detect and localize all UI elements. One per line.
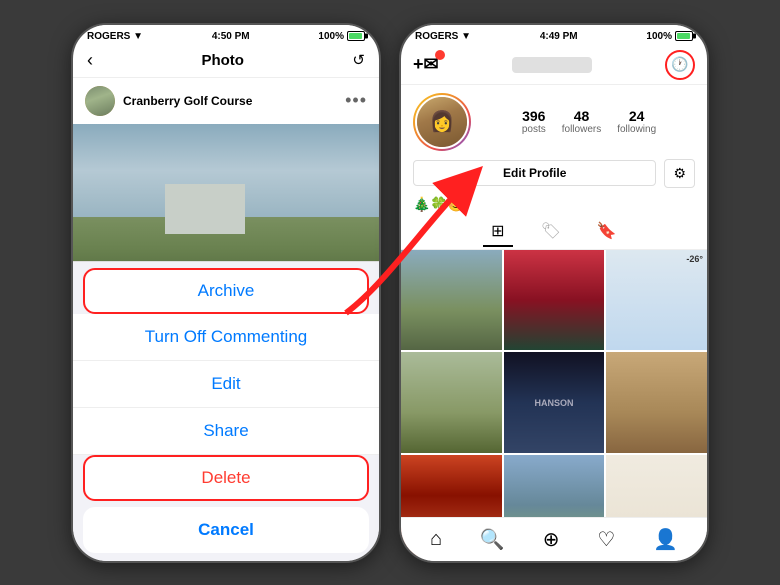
turn-off-commenting-button[interactable]: Turn Off Commenting: [73, 314, 379, 361]
grid-cell-6[interactable]: [606, 352, 707, 453]
notification-badge: [435, 50, 445, 60]
left-status-bar: ROGERS ▼ 4:50 PM 100%: [73, 25, 379, 46]
username-bar: [512, 57, 592, 73]
profile-emoji: 🎄🍀😊: [401, 192, 707, 215]
nav-add[interactable]: ⊕: [543, 527, 560, 552]
archive-icon-button[interactable]: 🕐: [665, 50, 695, 80]
photo-title: Photo: [201, 52, 244, 69]
grid-cell-1[interactable]: [401, 250, 502, 351]
notifications-icon[interactable]: +✉: [413, 54, 439, 75]
left-time: 4:50 PM: [212, 31, 250, 42]
stat-posts: 396 posts: [522, 108, 546, 135]
refresh-icon[interactable]: ↺: [352, 51, 365, 69]
profile-stats: 396 posts 48 followers 24 following: [483, 108, 695, 135]
nav-home[interactable]: ⌂: [430, 528, 442, 551]
stat-followers: 48 followers: [562, 108, 601, 135]
grid-cell-5[interactable]: HANSON: [504, 352, 605, 453]
photo-grid: -26° HANSON Christmas: [401, 250, 707, 556]
settings-button[interactable]: ⚙: [664, 159, 695, 188]
grid-cell-2[interactable]: [504, 250, 605, 351]
nav-search[interactable]: 🔍: [480, 527, 505, 552]
profile-buttons: Edit Profile ⚙: [413, 159, 695, 188]
right-phone: ROGERS ▼ 4:49 PM 100% +✉ 🕐: [399, 23, 709, 563]
right-status-bar: ROGERS ▼ 4:49 PM 100%: [401, 25, 707, 46]
bottom-nav: ⌂ 🔍 ⊕ ♡ 👤: [401, 517, 707, 561]
bookmark-view-icon[interactable]: 🔖: [589, 217, 625, 247]
photo-header: ‹ Photo ↺: [73, 46, 379, 78]
profile-top: 👩 396 posts 48 followers 24 following: [413, 93, 695, 151]
profile-avatar[interactable]: 👩: [413, 93, 471, 151]
delete-button[interactable]: Delete: [83, 455, 369, 501]
edit-profile-button[interactable]: Edit Profile: [413, 160, 656, 186]
grid-cell-3[interactable]: -26°: [606, 250, 707, 351]
instagram-header: +✉ 🕐: [401, 46, 707, 85]
left-battery: 100%: [318, 31, 365, 42]
edit-button[interactable]: Edit: [73, 361, 379, 408]
left-battery-text: 100%: [318, 31, 344, 42]
header-icons: 🕐: [665, 50, 695, 80]
back-button[interactable]: ‹: [87, 50, 93, 71]
left-carrier: ROGERS ▼: [87, 31, 143, 42]
more-options-button[interactable]: •••: [345, 90, 367, 111]
right-carrier: ROGERS ▼: [415, 31, 471, 42]
right-battery: 100%: [646, 31, 693, 42]
post-username: Cranberry Golf Course: [123, 94, 337, 108]
profile-section: 👩 396 posts 48 followers 24 following: [401, 85, 707, 192]
grid-nav: ⊞ 🏷 🔖: [401, 215, 707, 250]
left-phone: ROGERS ▼ 4:50 PM 100% ‹ Photo ↺ Cranberr…: [71, 23, 381, 563]
right-battery-text: 100%: [646, 31, 672, 42]
action-sheet: Archive Turn Off Commenting Edit Share D…: [73, 261, 379, 561]
right-time: 4:49 PM: [540, 31, 578, 42]
stat-following: 24 following: [617, 108, 656, 135]
phones-wrapper: ROGERS ▼ 4:50 PM 100% ‹ Photo ↺ Cranberr…: [71, 23, 709, 563]
archive-clock-icon: 🕐: [671, 56, 688, 73]
archive-button[interactable]: Archive: [83, 268, 369, 314]
grid-view-icon[interactable]: ⊞: [483, 217, 512, 247]
nav-heart[interactable]: ♡: [597, 527, 615, 552]
nav-profile[interactable]: 👤: [653, 527, 678, 552]
post-header: Cranberry Golf Course •••: [73, 78, 379, 124]
grid-cell-4[interactable]: [401, 352, 502, 453]
right-battery-icon: [675, 31, 693, 41]
post-avatar: [85, 86, 115, 116]
battery-icon: [347, 31, 365, 41]
share-button[interactable]: Share: [73, 408, 379, 455]
cancel-button[interactable]: Cancel: [83, 507, 369, 553]
tag-view-icon[interactable]: 🏷: [533, 217, 569, 247]
